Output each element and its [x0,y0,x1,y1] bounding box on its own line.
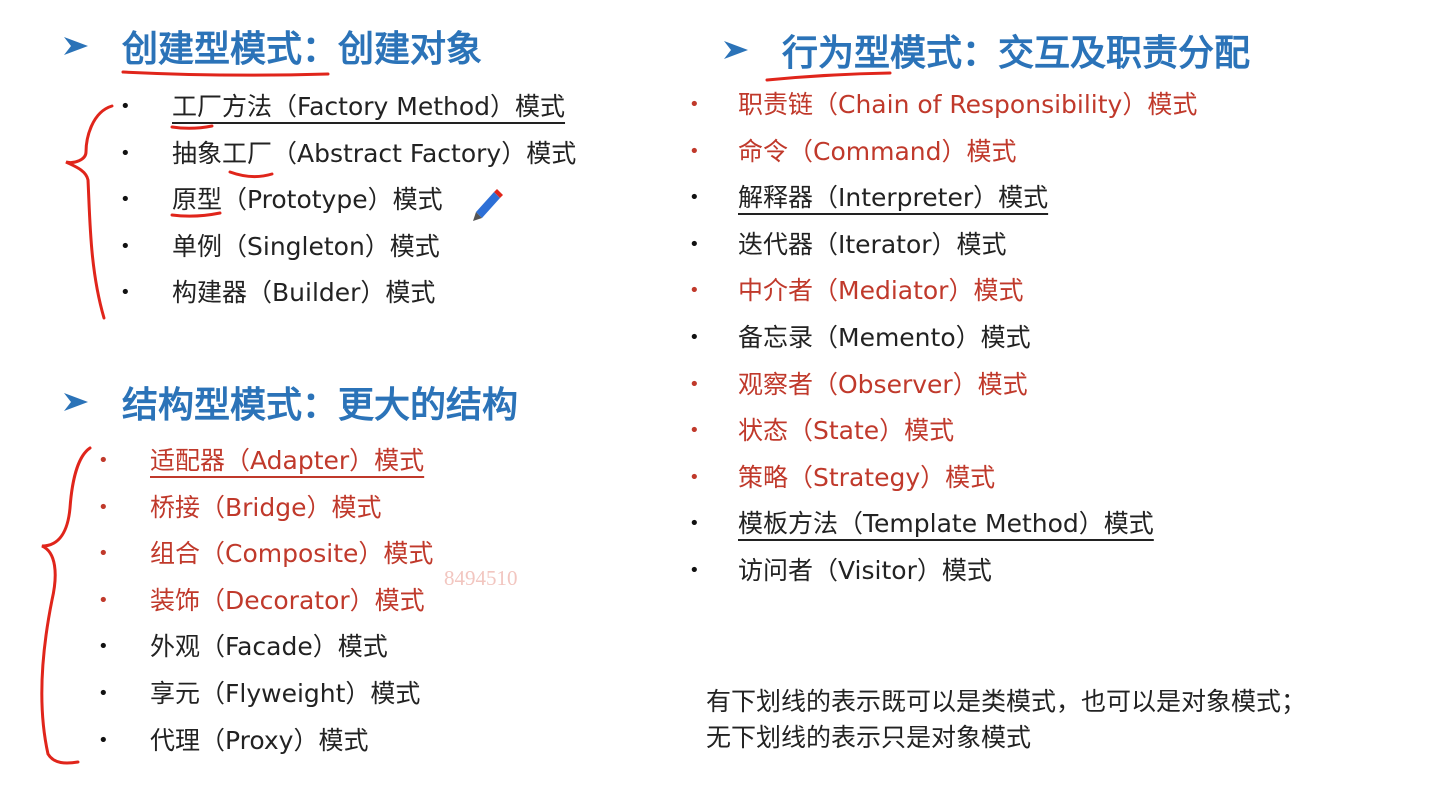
pen-annotations [40,70,892,765]
underline-mark [765,71,892,82]
brace-mark [65,104,114,320]
brace-mark [40,446,92,765]
pencil-icon [473,189,503,221]
underline-mark [170,124,214,130]
underline-mark [170,211,222,218]
underline-mark [228,170,274,179]
underline-mark [121,70,330,77]
